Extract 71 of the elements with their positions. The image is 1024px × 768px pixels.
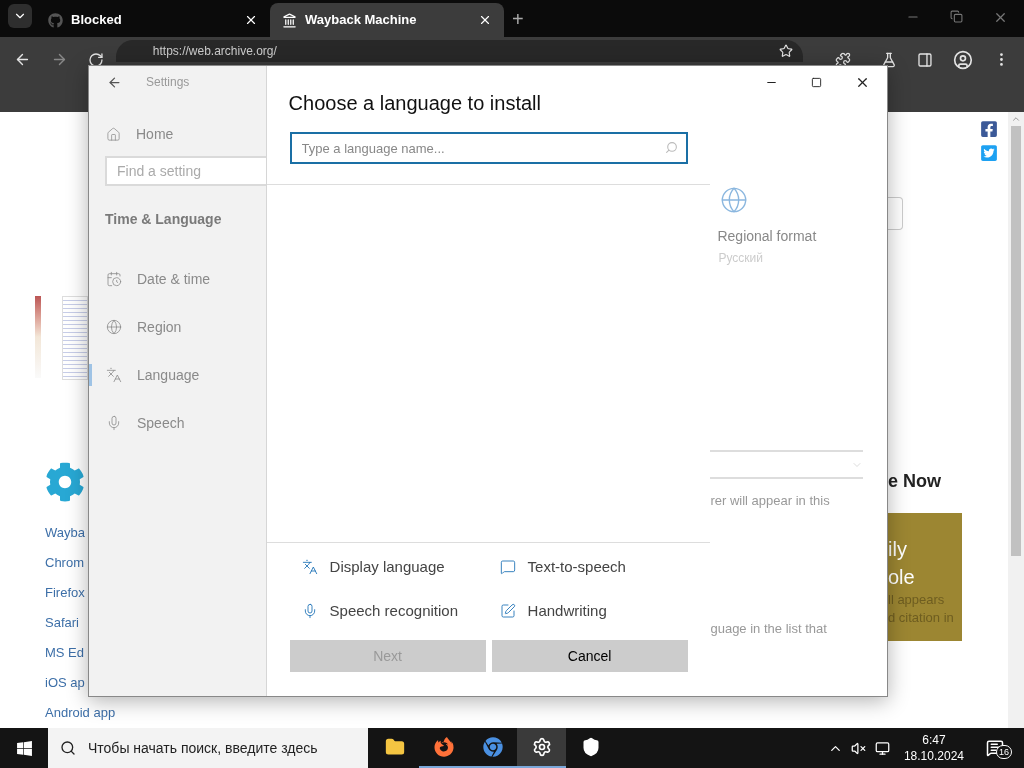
link[interactable]: Safari bbox=[45, 608, 79, 638]
maximize-icon[interactable] bbox=[811, 76, 823, 88]
home-item[interactable]: Home bbox=[89, 123, 266, 145]
language-search-field[interactable]: Type a language name... bbox=[289, 132, 688, 164]
taskbar-app[interactable] bbox=[517, 728, 566, 768]
microphone-icon bbox=[106, 415, 122, 431]
twitter-icon[interactable] bbox=[980, 144, 998, 162]
dialog-title: Choose a language to install bbox=[288, 91, 542, 116]
regional-format-label: Regional format bbox=[717, 227, 818, 246]
link[interactable]: iOS ap bbox=[45, 668, 85, 698]
body-text: rer will appear in this bbox=[710, 492, 831, 510]
feature-item: Display language bbox=[301, 556, 500, 578]
nav-item[interactable]: Speech bbox=[89, 412, 266, 434]
profile-icon[interactable] bbox=[953, 49, 974, 70]
feature-item: Speech recognition bbox=[301, 600, 500, 622]
link[interactable]: Android app bbox=[45, 698, 116, 728]
network-icon[interactable] bbox=[874, 740, 890, 756]
gear-icon bbox=[531, 737, 552, 757]
link[interactable]: Firefox bbox=[45, 578, 85, 608]
section-heading: e Now bbox=[888, 470, 942, 492]
tab-list-button[interactable] bbox=[8, 4, 32, 29]
search-icon bbox=[664, 141, 678, 154]
notification-count: 16 bbox=[996, 745, 1012, 759]
extensions-icon[interactable] bbox=[835, 51, 852, 68]
clock-time: 6:47 bbox=[922, 732, 946, 748]
body-text: guage in the list that bbox=[710, 619, 828, 638]
banner-text: ole bbox=[888, 565, 916, 590]
window-title: Settings bbox=[146, 74, 190, 91]
scrollbar[interactable] bbox=[1008, 112, 1024, 728]
language-icon bbox=[106, 367, 122, 383]
restore-icon[interactable] bbox=[950, 10, 963, 24]
start-icon[interactable] bbox=[16, 739, 33, 757]
taskbar-search-field[interactable]: Чтобы начать поиск, введите здесь bbox=[48, 728, 368, 768]
pillars-icon bbox=[282, 12, 297, 28]
flask-icon[interactable] bbox=[881, 51, 898, 68]
globe-icon bbox=[720, 186, 749, 214]
tab-title: Blocked bbox=[71, 11, 123, 30]
pen-icon bbox=[499, 603, 516, 619]
section-title: Time & Language bbox=[105, 210, 223, 229]
link[interactable]: Wayba bbox=[45, 518, 85, 548]
muted-speaker-icon[interactable] bbox=[850, 740, 866, 756]
browser-tab[interactable]: Wayback Machine bbox=[270, 3, 504, 38]
folder-icon bbox=[384, 737, 405, 757]
star-icon[interactable] bbox=[779, 44, 794, 59]
globe-icon bbox=[106, 319, 122, 335]
speech-bubble-icon bbox=[499, 559, 516, 575]
calendar-clock-icon bbox=[106, 271, 122, 287]
clock-date: 18.10.2024 bbox=[903, 748, 964, 764]
gear-icon bbox=[45, 462, 85, 502]
reload-icon[interactable] bbox=[87, 51, 104, 68]
home-icon bbox=[106, 126, 121, 142]
link[interactable]: MS Ed bbox=[45, 638, 84, 668]
chrome-icon bbox=[482, 737, 503, 757]
dialog-button[interactable]: Cancel bbox=[491, 640, 688, 672]
feature-item: Handwriting bbox=[499, 600, 711, 622]
facebook-icon[interactable] bbox=[980, 120, 998, 138]
language-icon bbox=[301, 559, 318, 575]
search-icon bbox=[60, 740, 76, 756]
feature-item: Text-to-speech bbox=[499, 556, 711, 578]
nav-item[interactable]: Region bbox=[89, 316, 266, 338]
address-bar[interactable]: https://web.archive.org/ bbox=[115, 40, 804, 63]
nav-item[interactable]: Date & time bbox=[89, 268, 266, 290]
browser-tab[interactable]: Blocked bbox=[36, 3, 270, 38]
banner-text: ily bbox=[888, 537, 908, 562]
firefox-icon bbox=[433, 737, 454, 757]
tab-title: Wayback Machine bbox=[305, 11, 418, 30]
back-icon[interactable] bbox=[107, 74, 122, 90]
link[interactable]: Chrom bbox=[45, 548, 84, 578]
side-panel-icon[interactable] bbox=[917, 51, 934, 68]
new-tab-button[interactable]: + bbox=[512, 9, 524, 30]
github-icon bbox=[48, 12, 63, 28]
